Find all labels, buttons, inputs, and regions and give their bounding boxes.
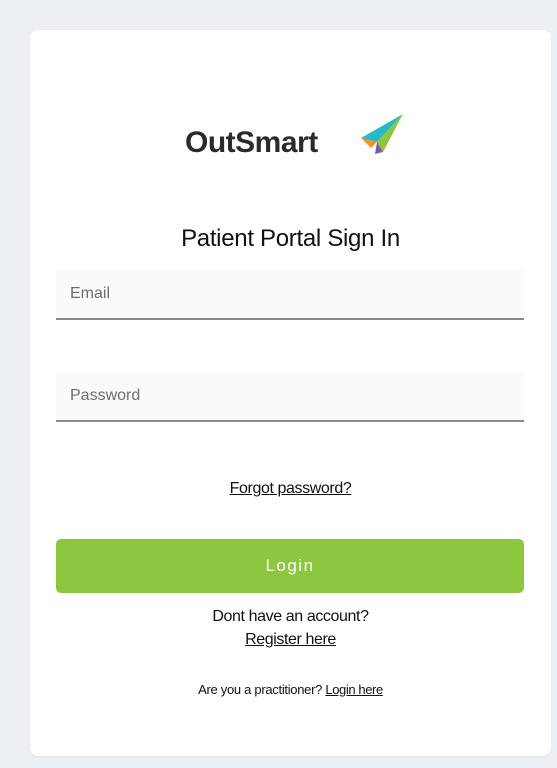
sign-in-card: OutSmart Patient Portal Sign In Forgot p… <box>30 30 551 756</box>
practitioner-text: Are you a practitioner? <box>198 682 326 697</box>
register-link[interactable]: Register here <box>245 631 336 648</box>
password-field[interactable] <box>56 372 524 420</box>
logo-text: OutSmart <box>185 126 318 159</box>
password-field-container <box>56 372 524 422</box>
practitioner-row: Are you a practitioner? Login here <box>30 682 551 697</box>
register-row: Register here <box>30 631 551 649</box>
login-button[interactable]: Login <box>56 539 524 593</box>
forgot-password-row: Forgot password? <box>30 480 551 498</box>
no-account-text: Dont have an account? <box>212 608 369 625</box>
email-field[interactable] <box>56 270 524 318</box>
forgot-password-link[interactable]: Forgot password? <box>230 480 352 497</box>
practitioner-login-link[interactable]: Login here <box>325 682 383 697</box>
paper-plane-icon <box>361 114 403 154</box>
page-title: Patient Portal Sign In <box>181 225 400 252</box>
email-field-container <box>56 270 524 320</box>
outsmart-logo: OutSmart <box>185 112 403 172</box>
